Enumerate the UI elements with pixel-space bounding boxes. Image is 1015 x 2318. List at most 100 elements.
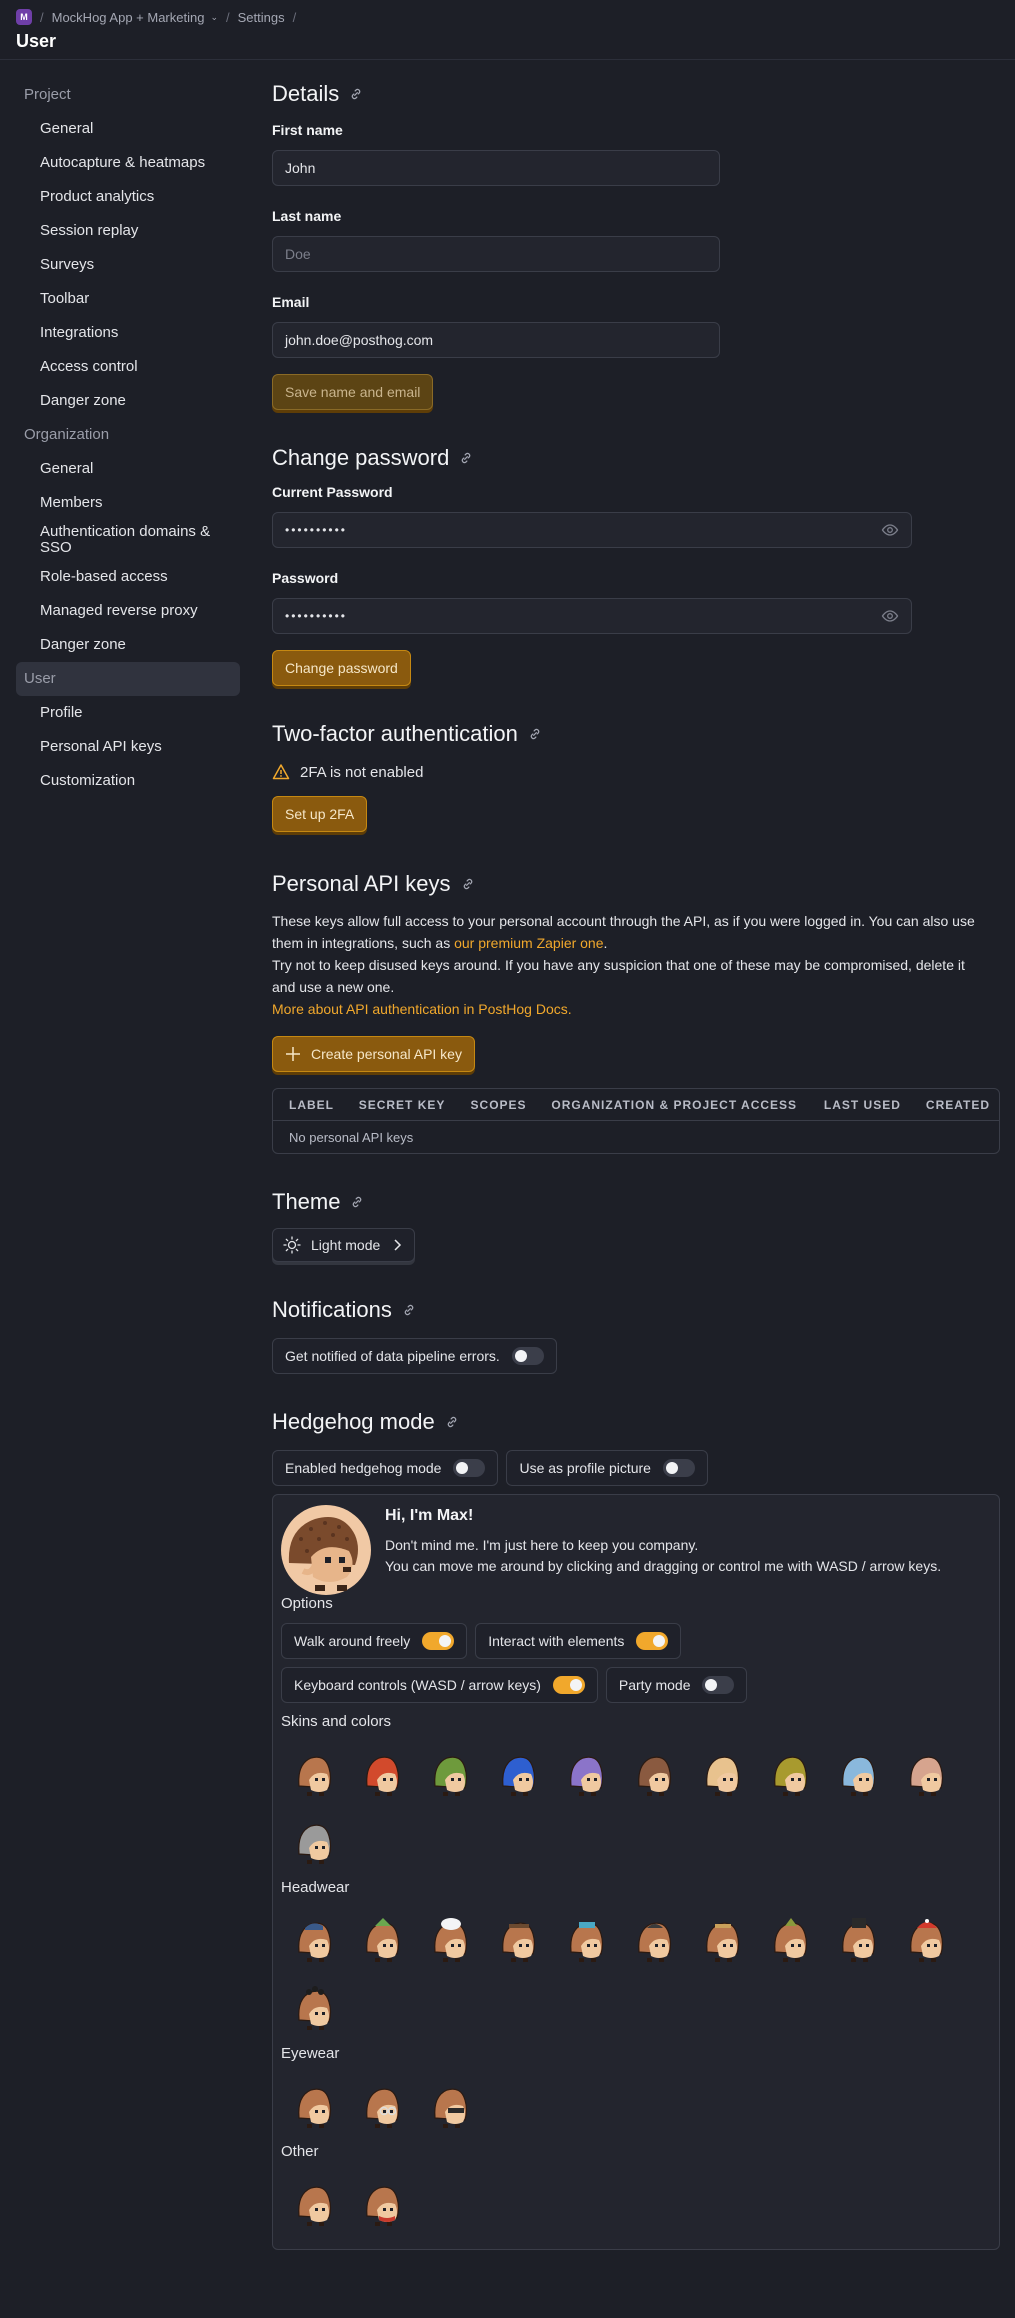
sidebar-item-danger-zone[interactable]: Danger zone: [16, 384, 240, 418]
headwear-option[interactable]: [281, 1975, 349, 2043]
current-password-value: ••••••••••: [285, 523, 348, 537]
headwear-option[interactable]: [893, 1907, 961, 1975]
sidebar-section-organization[interactable]: Organization: [16, 418, 240, 452]
sidebar-item-members[interactable]: Members: [16, 486, 240, 520]
skin-option[interactable]: [553, 1741, 621, 1809]
profile-picture-toggle[interactable]: Use as profile picture: [506, 1450, 708, 1486]
keyboard-controls-switch[interactable]: [552, 1676, 585, 1694]
hedgehog-line-1: Don't mind me. I'm just here to keep you…: [385, 1537, 699, 1553]
eyewear-option[interactable]: [417, 2073, 485, 2141]
walk-freely-toggle[interactable]: Walk around freely: [281, 1623, 468, 1659]
other-option[interactable]: [349, 2171, 417, 2239]
eyewear-option[interactable]: [349, 2073, 417, 2141]
chevron-down-icon[interactable]: ⌄: [210, 12, 218, 23]
link-icon[interactable]: [461, 877, 475, 891]
change-password-heading: Change password: [272, 444, 1000, 472]
breadcrumb-settings[interactable]: Settings: [238, 10, 285, 25]
headwear-option[interactable]: [485, 1907, 553, 1975]
headwear-option[interactable]: [281, 1907, 349, 1975]
sidebar-item-autocapture[interactable]: Autocapture & heatmaps: [16, 146, 240, 180]
hedgehog-sprite-icon: [570, 1756, 604, 1796]
hedgehog-avatar: [281, 1505, 371, 1595]
interact-elements-toggle[interactable]: Interact with elements: [475, 1623, 682, 1659]
link-icon[interactable]: [459, 451, 473, 465]
headwear-option[interactable]: [825, 1907, 893, 1975]
table-header-row: LABEL SECRET KEY SCOPES ORGANIZATION & P…: [273, 1089, 999, 1121]
keyboard-controls-label: Keyboard controls (WASD / arrow keys): [294, 1677, 541, 1693]
headwear-option[interactable]: [553, 1907, 621, 1975]
party-mode-toggle[interactable]: Party mode: [605, 1667, 748, 1703]
sidebar-item-profile[interactable]: Profile: [16, 696, 240, 730]
api-docs-link[interactable]: More about API authentication in PostHog…: [272, 1001, 572, 1017]
headwear-option[interactable]: [757, 1907, 825, 1975]
current-password-input[interactable]: ••••••••••: [272, 512, 912, 548]
profile-picture-switch[interactable]: [662, 1459, 695, 1477]
link-icon[interactable]: [349, 87, 363, 101]
hedgehog-sprite-icon: [298, 1986, 332, 2030]
first-name-input[interactable]: John: [272, 150, 720, 186]
walk-freely-switch[interactable]: [422, 1632, 455, 1650]
column-last-used: LAST USED: [807, 1089, 910, 1121]
sidebar-item-integrations[interactable]: Integrations: [16, 316, 240, 350]
sidebar-item-toolbar[interactable]: Toolbar: [16, 282, 240, 316]
keyboard-controls-toggle[interactable]: Keyboard controls (WASD / arrow keys): [281, 1667, 598, 1703]
sidebar-item-reverse-proxy[interactable]: Managed reverse proxy: [16, 594, 240, 628]
other-option[interactable]: [281, 2171, 349, 2239]
hedgehog-card: Hi, I'm Max! Don't mind me. I'm just her…: [272, 1494, 1000, 2250]
interact-elements-switch[interactable]: [636, 1632, 669, 1650]
eye-icon[interactable]: [881, 521, 899, 539]
sidebar-item-customization[interactable]: Customization: [16, 764, 240, 798]
hedgehog-enabled-toggle[interactable]: Enabled hedgehog mode: [272, 1450, 499, 1486]
headwear-option[interactable]: [417, 1907, 485, 1975]
zapier-link[interactable]: our premium Zapier one: [454, 935, 603, 951]
sidebar-item-org-danger-zone[interactable]: Danger zone: [16, 628, 240, 662]
breadcrumb-project[interactable]: MockHog App + Marketing: [52, 10, 205, 25]
pipeline-errors-toggle[interactable]: Get notified of data pipeline errors.: [272, 1338, 557, 1374]
skin-option[interactable]: [893, 1741, 961, 1809]
hedgehog-enabled-switch[interactable]: [453, 1459, 486, 1477]
sidebar-item-surveys[interactable]: Surveys: [16, 248, 240, 282]
hedgehog-sprite-icon: [298, 2186, 332, 2226]
eyewear-option[interactable]: [281, 2073, 349, 2141]
headwear-option[interactable]: [689, 1907, 757, 1975]
sidebar-item-general[interactable]: General: [16, 112, 240, 146]
sidebar-item-product-analytics[interactable]: Product analytics: [16, 180, 240, 214]
skin-option[interactable]: [485, 1741, 553, 1809]
headwear-option[interactable]: [621, 1907, 689, 1975]
skin-option[interactable]: [825, 1741, 893, 1809]
party-mode-switch[interactable]: [702, 1676, 735, 1694]
eyewear-grid: [281, 2073, 991, 2141]
sidebar-item-session-replay[interactable]: Session replay: [16, 214, 240, 248]
sidebar-item-personal-api-keys[interactable]: Personal API keys: [16, 730, 240, 764]
eye-icon[interactable]: [881, 607, 899, 625]
skin-option[interactable]: [281, 1741, 349, 1809]
api-keys-description: These keys allow full access to your per…: [272, 910, 982, 1020]
save-name-email-button[interactable]: Save name and email: [272, 374, 434, 410]
hedgehog-sprite-icon: [434, 1756, 468, 1796]
skin-option[interactable]: [689, 1741, 757, 1809]
skin-option[interactable]: [417, 1741, 485, 1809]
link-icon[interactable]: [350, 1195, 364, 1209]
sidebar-item-rbac[interactable]: Role-based access: [16, 560, 240, 594]
sidebar-section-project[interactable]: Project: [16, 78, 240, 112]
skin-option[interactable]: [281, 1809, 349, 1877]
sidebar-section-user[interactable]: User: [16, 662, 240, 696]
theme-selector[interactable]: Light mode: [272, 1228, 416, 1262]
sidebar-item-org-general[interactable]: General: [16, 452, 240, 486]
link-icon[interactable]: [528, 727, 542, 741]
setup-2fa-button[interactable]: Set up 2FA: [272, 796, 368, 832]
skin-option[interactable]: [757, 1741, 825, 1809]
link-icon[interactable]: [402, 1303, 416, 1317]
link-icon[interactable]: [445, 1415, 459, 1429]
skin-option[interactable]: [621, 1741, 689, 1809]
create-api-key-button[interactable]: Create personal API key: [272, 1036, 475, 1072]
headwear-option[interactable]: [349, 1907, 417, 1975]
last-name-input[interactable]: Doe: [272, 236, 720, 272]
email-input[interactable]: john.doe@posthog.com: [272, 322, 720, 358]
sidebar-item-access-control[interactable]: Access control: [16, 350, 240, 384]
new-password-input[interactable]: ••••••••••: [272, 598, 912, 634]
pipeline-errors-switch[interactable]: [511, 1347, 544, 1365]
sidebar-item-auth-domains[interactable]: Authentication domains & SSO: [16, 520, 240, 560]
skin-option[interactable]: [349, 1741, 417, 1809]
change-password-button[interactable]: Change password: [272, 650, 411, 686]
